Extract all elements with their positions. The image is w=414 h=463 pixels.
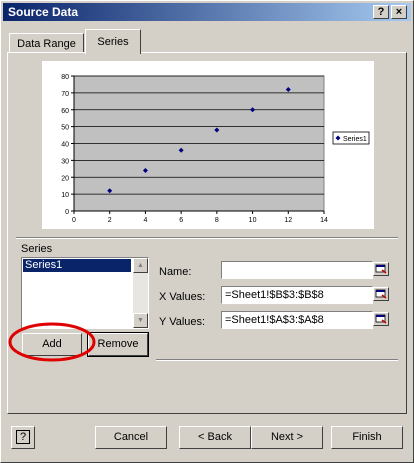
help-button[interactable]: ? [11,426,35,449]
x-tick-label: 2 [108,217,112,224]
separator-top [16,237,398,239]
x-tick-label: 0 [72,217,76,224]
separator-bottom [156,359,398,361]
series-list-item[interactable]: Series1 [23,259,131,272]
series-listbox[interactable]: Series1 ▲ ▼ [21,257,149,329]
close-button[interactable]: × [391,5,407,19]
range-collapse-icon [375,289,387,299]
back-label: < Back [198,431,232,443]
x-values-label: X Values: [159,291,206,303]
finish-label: Finish [352,431,382,443]
x-tick-label: 14 [320,217,328,224]
legend-label: Series1 [343,136,367,143]
name-field[interactable] [221,261,373,279]
tab-series[interactable]: Series [85,29,141,54]
y-tick-label: 10 [61,192,69,199]
series-section-label: Series [21,243,53,255]
x-tick-label: 4 [143,217,147,224]
range-collapse-icon [375,314,387,324]
y-tick-label: 50 [61,125,69,132]
x-tick-label: 12 [284,217,292,224]
series-tab-panel: 0 10 20 30 40 50 60 70 80 0 2 4 6 8 10 12 14 Series1 Seri… [7,52,407,414]
y-values-collapse-button[interactable] [373,312,389,326]
name-collapse-button[interactable] [373,262,389,276]
tab-series-label: Series [97,36,129,48]
tab-data-range-label: Data Range [17,38,76,50]
remove-button-label: Remove [97,338,139,350]
annotation-circle [8,322,96,362]
name-label: Name: [159,266,192,278]
window-title: Source Data [8,5,79,19]
cancel-button[interactable]: Cancel [95,426,167,449]
y-values-field[interactable]: =Sheet1!$A$3:$A$8 [221,311,373,329]
series-scrollbar[interactable]: ▲ ▼ [133,258,148,328]
help-title-button[interactable]: ? [373,5,389,19]
x-tick-label: 8 [215,217,219,224]
x-tick-label: 6 [179,217,183,224]
x-tick-label: 10 [249,217,257,224]
y-tick-label: 30 [61,158,69,165]
x-values-collapse-button[interactable] [373,287,389,301]
chart-preview: 0 10 20 30 40 50 60 70 80 0 2 4 6 8 10 12 14 Series1 [42,61,374,229]
y-tick-label: 20 [61,175,69,182]
finish-button[interactable]: Finish [331,426,403,449]
y-values-label: Y Values: [159,316,206,328]
red-ellipse [8,322,96,362]
x-values-field[interactable]: =Sheet1!$B$3:$B$8 [221,286,373,304]
title-bar: Source Data ? × [3,3,411,21]
back-button[interactable]: < Back [179,426,251,449]
cancel-label: Cancel [113,431,149,443]
source-data-dialog: Source Data ? × Data Range Series 0 10 20 3… [0,0,414,463]
scroll-down-button[interactable]: ▼ [133,313,148,328]
range-collapse-icon [375,264,387,274]
y-tick-label: 70 [61,91,69,98]
scroll-up-button[interactable]: ▲ [133,258,148,273]
y-tick-label: 40 [61,142,69,149]
y-tick-label: 60 [61,108,69,115]
y-tick-label: 80 [61,74,69,81]
next-label: Next > [270,431,304,443]
help-icon: ? [16,430,30,444]
next-button[interactable]: Next > [251,426,323,449]
y-tick-label: 0 [65,209,69,216]
scatter-chart: 0 10 20 30 40 50 60 70 80 0 2 4 6 8 10 12 14 Series1 [61,74,370,224]
